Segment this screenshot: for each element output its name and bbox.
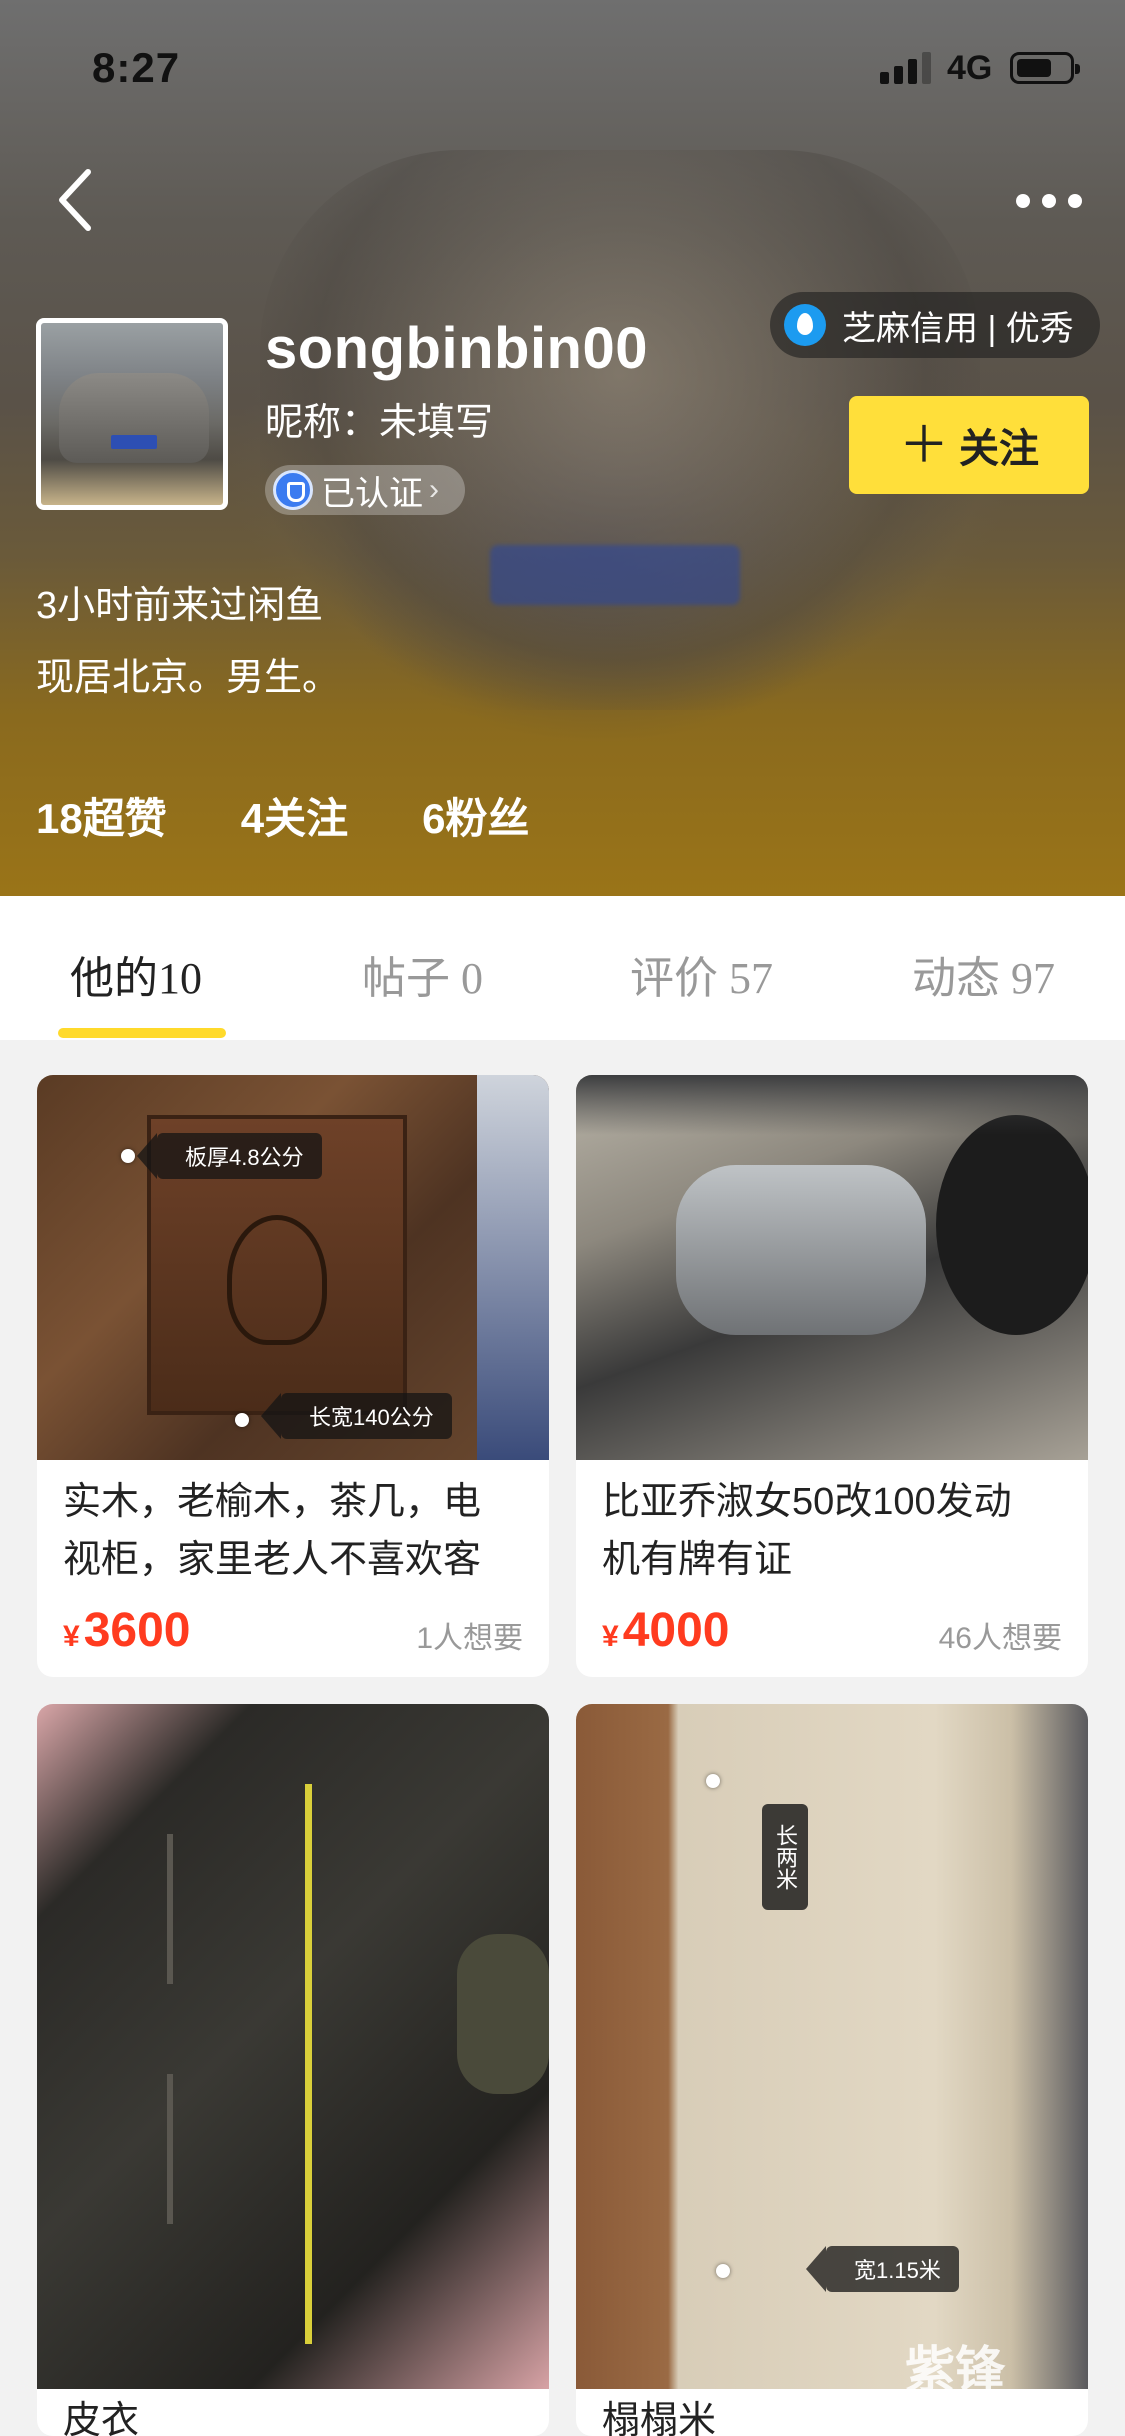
item-title: 实木，老榆木，茶几，电 视柜，家里老人不喜欢客 <box>63 1481 482 1581</box>
tab-activity[interactable]: 动态 97 <box>912 942 1055 1006</box>
item-want-count: 1人想要 <box>416 1622 523 1655</box>
item-title: 比亚乔淑女50改100发动 机有牌有证 <box>602 1481 1012 1581</box>
item-tag: 长宽140公分 <box>261 1393 452 1439</box>
follow-button[interactable]: ＋ 关注 <box>849 396 1089 494</box>
item-tag: 宽1.15米 <box>806 2246 959 2292</box>
nickname: 昵称：未填写 <box>265 402 494 444</box>
back-button[interactable] <box>50 160 110 240</box>
item-price: ¥4000 <box>602 1604 730 1657</box>
item-title: 皮衣 <box>63 2400 140 2436</box>
verified-shield-icon <box>273 470 313 510</box>
item-image-engine <box>576 1075 1088 1460</box>
network-label: 4G <box>947 49 993 87</box>
verified-badge[interactable]: 已认证 › <box>265 465 465 515</box>
more-options-button[interactable] <box>1010 180 1090 220</box>
username: songbinbin00 <box>265 316 648 381</box>
sesame-credit-icon <box>784 304 826 346</box>
battery-icon <box>1010 52 1080 84</box>
profile-stats: 18超赞 4关注 6粉丝 <box>36 785 603 846</box>
header-plate-blur <box>490 545 740 605</box>
tab-posts[interactable]: 帖子 0 <box>362 942 483 1006</box>
item-image-jacket <box>37 1704 549 2389</box>
tab-reviews[interactable]: 评价 57 <box>630 942 773 1006</box>
avatar[interactable] <box>36 318 228 510</box>
item-card[interactable]: 比亚乔淑女50改100发动 机有牌有证 ¥4000 46人想要 <box>576 1075 1088 1677</box>
likes-count[interactable]: 18超赞 <box>36 785 167 846</box>
plus-icon: ＋ <box>899 417 949 473</box>
status-bar: 8:27 4G <box>0 0 1125 135</box>
last-seen-text: 3小时前来过闲鱼 <box>36 585 324 627</box>
item-card[interactable]: 皮衣 <box>37 1704 549 2436</box>
signal-icon <box>880 52 932 84</box>
credit-label: 芝麻信用 | 优秀 <box>842 309 1074 348</box>
item-want-count: 46人想要 <box>938 1622 1062 1655</box>
item-image-tatami: 长两米 宽1.15米 <box>576 1704 1088 2389</box>
verified-label: 已认证 <box>321 474 423 513</box>
item-image-table: 板厚4.8公分 长宽140公分 <box>37 1075 549 1460</box>
following-count[interactable]: 4关注 <box>241 785 348 846</box>
more-dots-icon <box>1016 194 1030 208</box>
item-card[interactable]: 长两米 宽1.15米 榻榻米 <box>576 1704 1088 2436</box>
sesame-credit-badge[interactable]: 芝麻信用 | 优秀 <box>770 292 1100 358</box>
profile-tabs: 他的10 帖子 0 评价 57 动态 97 <box>0 896 1125 1040</box>
watermark-logo: 紫锋 <box>905 2342 1005 2398</box>
item-tag: 板厚4.8公分 <box>137 1133 322 1179</box>
fans-count[interactable]: 6粉丝 <box>422 785 529 846</box>
follow-label: 关注 <box>959 427 1039 471</box>
item-tag: 长两米 <box>762 1804 808 1910</box>
item-card[interactable]: 板厚4.8公分 长宽140公分 实木，老榆木，茶几，电 视柜，家里老人不喜欢客 ¥… <box>37 1075 549 1677</box>
location-text: 现居北京。男生。 <box>36 657 341 699</box>
status-time: 8:27 <box>92 44 181 91</box>
tab-active-indicator <box>58 1028 226 1038</box>
tab-items[interactable]: 他的10 <box>70 942 202 1006</box>
chevron-right-icon: › <box>429 473 439 506</box>
chevron-left-icon <box>59 169 91 231</box>
item-price: ¥3600 <box>63 1604 191 1657</box>
